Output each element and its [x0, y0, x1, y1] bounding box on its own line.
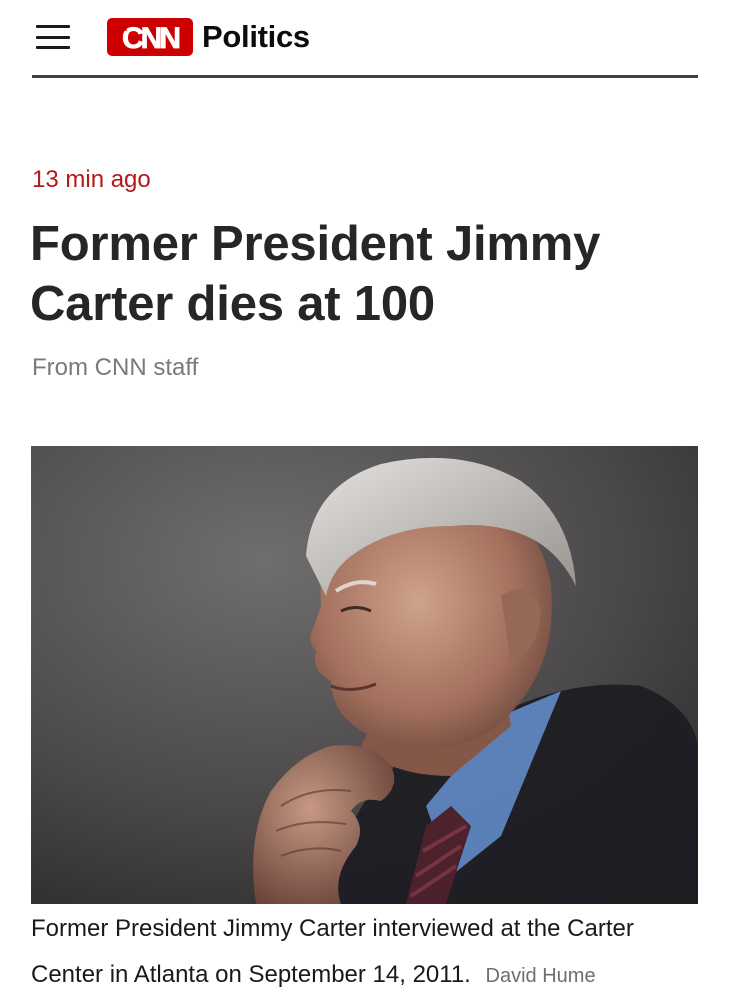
- hamburger-menu-icon[interactable]: [36, 25, 70, 49]
- section-name[interactable]: Politics: [202, 19, 310, 55]
- article-photo: [31, 446, 698, 904]
- header-divider: [32, 75, 698, 78]
- cnn-logo[interactable]: CNN: [106, 17, 194, 57]
- cnn-politics-logo[interactable]: CNN Politics: [106, 17, 310, 57]
- svg-text:CNN: CNN: [122, 22, 179, 55]
- photo-caption: Former President Jimmy Carter interviewe…: [31, 906, 701, 999]
- article-timestamp: 13 min ago: [32, 166, 151, 193]
- photo-credit: David Hume: [485, 965, 596, 987]
- article-byline: From CNN staff: [32, 354, 199, 381]
- article-headline: Former President Jimmy Carter dies at 10…: [30, 217, 601, 331]
- portrait-image: [31, 446, 698, 904]
- site-header: CNN Politics: [32, 14, 698, 60]
